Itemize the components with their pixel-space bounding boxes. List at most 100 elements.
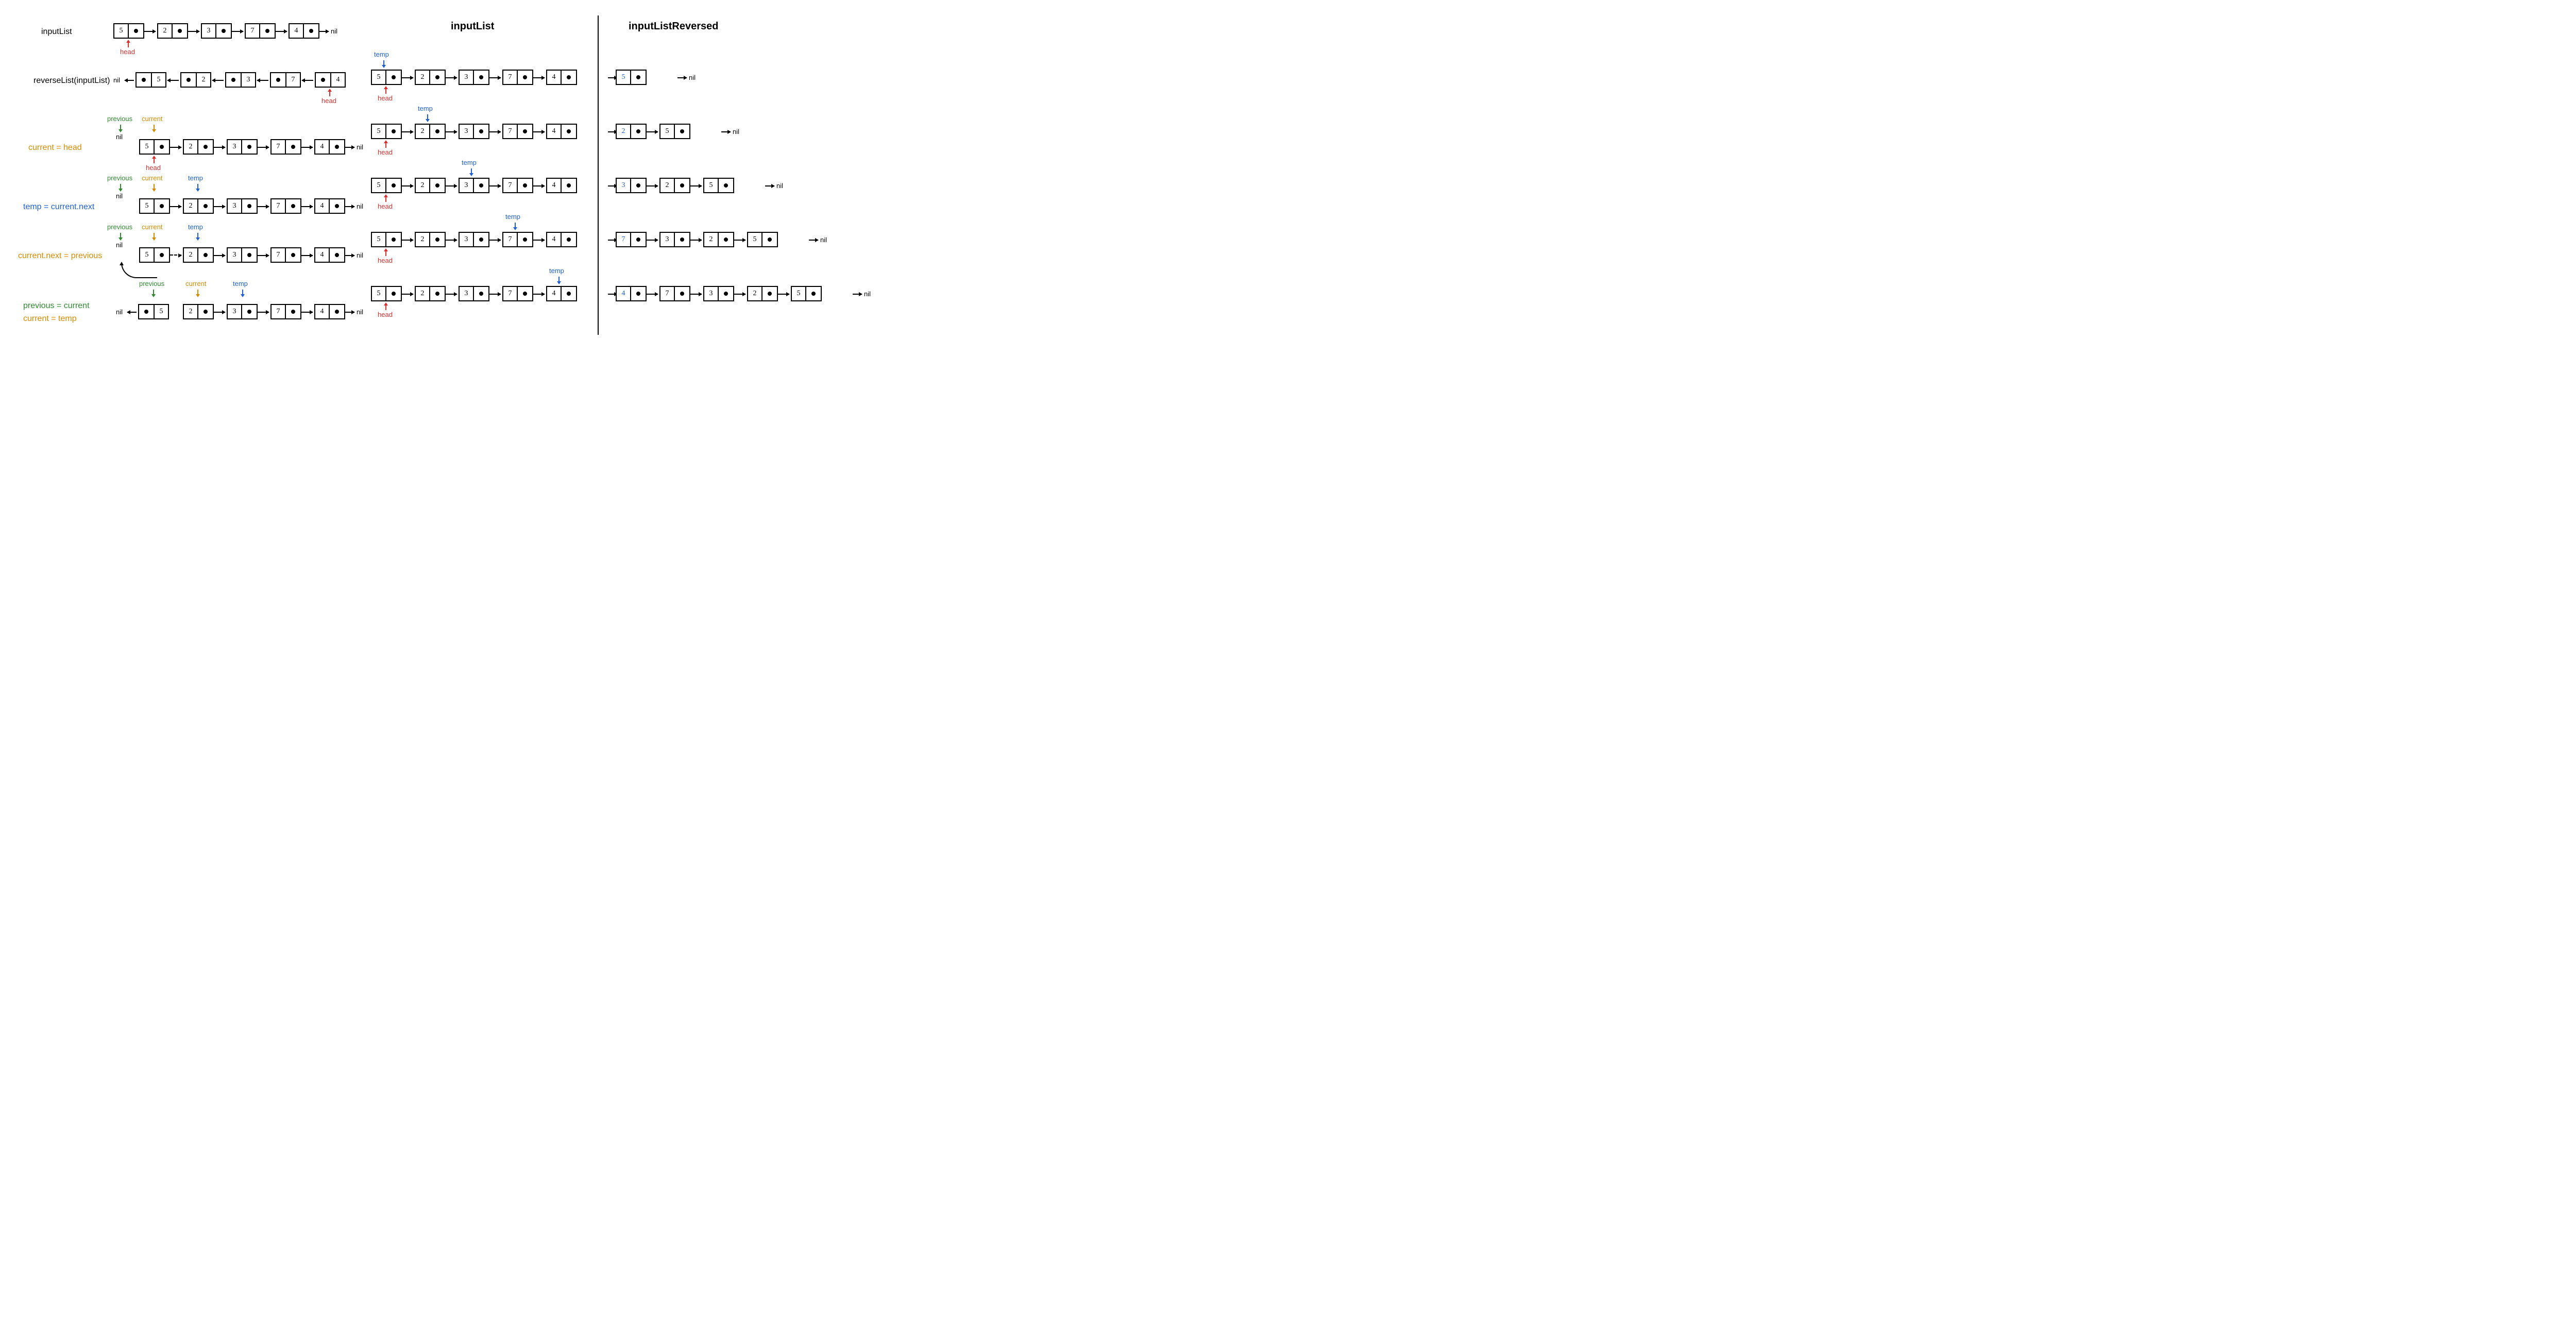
node: 7	[270, 198, 301, 214]
link-arrow	[446, 131, 457, 132]
link-arrow	[402, 131, 413, 132]
node-value: 3	[465, 181, 468, 190]
link-arrow	[446, 77, 457, 78]
node-value: 2	[421, 235, 425, 244]
link-arrow	[690, 294, 702, 295]
link-arrow	[214, 255, 225, 256]
head-label: head	[120, 48, 135, 56]
node-value: 7	[509, 235, 512, 244]
link-arrow	[402, 240, 413, 241]
node: 2	[616, 124, 647, 139]
node-value: 2	[753, 290, 757, 298]
node-value: 7	[509, 73, 512, 81]
node: 3	[227, 198, 258, 214]
node-value: 5	[797, 290, 801, 298]
nil-label: nil	[820, 236, 827, 244]
node-value: 2	[421, 127, 425, 135]
node-value: 2	[421, 181, 425, 190]
link-arrow	[734, 294, 745, 295]
link-arrow	[125, 80, 134, 81]
node: 2	[415, 178, 446, 193]
link-arrow	[258, 255, 269, 256]
node-value: 5	[160, 308, 163, 316]
node-value: 7	[251, 27, 255, 35]
link-arrow	[232, 31, 243, 32]
link-arrow	[144, 31, 156, 32]
head-arrow	[385, 195, 386, 202]
link-arrow	[402, 77, 413, 78]
row1-label: inputList	[41, 27, 72, 37]
node-value: 4	[336, 76, 340, 84]
node-value: 4	[320, 202, 324, 210]
node: 2	[183, 247, 214, 263]
nil-label: nil	[357, 308, 363, 316]
temp-label: temp	[188, 174, 203, 182]
node: 5	[139, 139, 170, 155]
node-value: 2	[421, 73, 425, 81]
node: 3	[459, 70, 489, 85]
node-value: 3	[233, 251, 236, 259]
link-arrow-dashed	[170, 254, 181, 256]
link-arrow	[533, 77, 545, 78]
node: 7	[270, 304, 301, 319]
node-value: 7	[277, 308, 280, 316]
link-arrow	[302, 80, 313, 81]
node-value: 3	[233, 308, 236, 316]
row6a-label: previous = current	[23, 301, 90, 311]
nil-label: nil	[116, 308, 123, 316]
node: 7	[270, 139, 301, 155]
node: 2	[180, 72, 211, 88]
temp-arrow	[197, 184, 198, 191]
node: 4	[616, 286, 647, 301]
node: 3	[225, 72, 256, 88]
link-arrow	[214, 206, 225, 207]
node: 2	[183, 198, 214, 214]
head-arrow	[128, 40, 129, 47]
node: 2	[415, 70, 446, 85]
temp-arrow	[242, 290, 243, 297]
head-label: head	[378, 202, 393, 210]
node: 3	[227, 304, 258, 319]
node: 5	[747, 232, 778, 247]
link-arrow	[721, 131, 731, 132]
previous-label: previous	[107, 115, 132, 123]
node: 4	[289, 23, 319, 39]
link-arrow	[276, 31, 287, 32]
temp-arrow	[471, 168, 472, 176]
node-value: 3	[207, 27, 211, 35]
link-arrow	[301, 255, 313, 256]
link-arrow	[402, 294, 413, 295]
link-arrow	[765, 185, 774, 186]
node: 5	[371, 286, 402, 301]
node: 3	[703, 286, 734, 301]
node-value: 5	[666, 127, 669, 135]
link-arrow	[257, 80, 268, 81]
previous-label: previous	[107, 174, 132, 182]
node-value: 4	[552, 181, 556, 190]
node-value: 5	[622, 73, 625, 81]
node-value: 7	[292, 76, 295, 84]
node: 4	[546, 286, 577, 301]
node: 4	[314, 304, 345, 319]
node: 5	[703, 178, 734, 193]
node-value: 2	[189, 143, 193, 151]
link-arrow	[853, 294, 862, 295]
nil-label: nil	[116, 133, 123, 141]
node: 5	[371, 124, 402, 139]
node-value: 5	[377, 290, 381, 298]
link-arrow	[533, 240, 545, 241]
temp-label: temp	[233, 280, 248, 287]
diagram-canvas: inputList inputListReversed inputList {"…	[10, 10, 824, 340]
nil-label: nil	[357, 143, 363, 151]
current-label: current	[142, 115, 162, 123]
node-value: 4	[320, 251, 324, 259]
link-arrow	[319, 31, 329, 32]
link-arrow	[533, 131, 545, 132]
nil-label: nil	[357, 251, 363, 259]
node-value: 3	[465, 290, 468, 298]
node: 4	[546, 124, 577, 139]
temp-label: temp	[374, 50, 389, 58]
head-arrow	[329, 89, 330, 96]
head-arrow	[385, 87, 386, 94]
node-value: 4	[320, 143, 324, 151]
